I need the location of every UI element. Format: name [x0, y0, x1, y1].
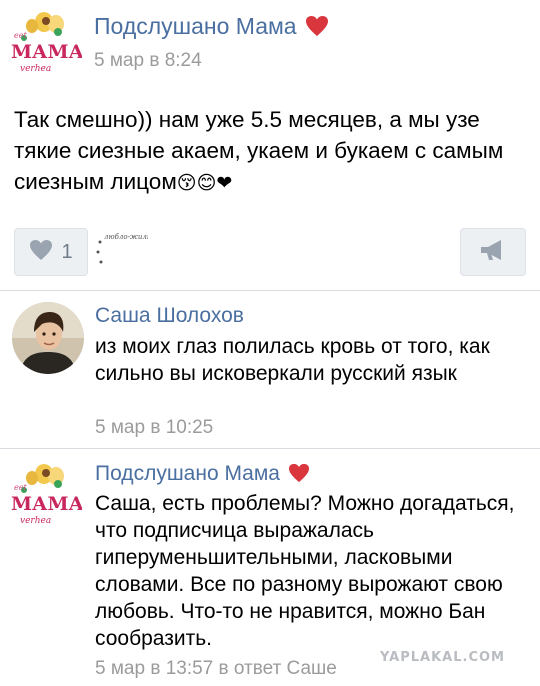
group-avatar[interactable]: eet МАМА verhea: [10, 8, 85, 80]
commenter-avatar[interactable]: [12, 302, 84, 374]
user-photo-icon: [12, 302, 84, 374]
post-time[interactable]: 5 мар в 8:24: [94, 50, 202, 72]
like-count: 1: [61, 240, 73, 263]
heart-icon: [29, 239, 53, 266]
like-button[interactable]: 1: [14, 228, 88, 276]
svg-text:МАМА: МАМА: [11, 493, 82, 515]
group-logo-icon: eet МАМА verhea: [10, 460, 85, 532]
group-logo-icon: eet МАМА verhea: [10, 8, 85, 80]
svg-text:verhea: verhea: [20, 516, 51, 526]
comment-text: из моих глаз полилась кровь от того, как…: [95, 335, 490, 385]
share-button[interactable]: [460, 228, 526, 276]
group-avatar[interactable]: eet МАМА verhea: [10, 460, 85, 532]
comment-author[interactable]: Саша Шолохов: [95, 304, 244, 328]
watermark: YAPLAKAL.COM: [380, 650, 505, 665]
heart-badge-icon: [288, 463, 310, 489]
liker-avatar-icon: любло-жилюбку: [94, 230, 166, 268]
svg-text:любло-жилюбку: любло-жилюбку: [104, 233, 148, 241]
post-author[interactable]: Подслушано Мама: [94, 13, 329, 43]
svg-text:МАМА: МАМА: [11, 41, 82, 63]
reply-to-link[interactable]: в ответ Саше: [219, 658, 337, 679]
svg-text:verhea: verhea: [20, 64, 51, 74]
comment-author-name[interactable]: Подслушано Мама: [95, 462, 280, 485]
heart-badge-icon: [305, 15, 329, 43]
post-text: Так смешно)) нам уже 5.5 месяцев, а мы у…: [14, 107, 504, 194]
megaphone-icon: [479, 238, 507, 267]
svg-text:eet: eet: [14, 483, 27, 492]
comment-meta: 5 мар в 13:57 в ответ Саше: [95, 658, 337, 680]
post-body: Так смешно)) нам уже 5.5 месяцев, а мы у…: [14, 104, 519, 199]
divider: [0, 290, 540, 291]
svg-text:eet: eet: [14, 31, 27, 40]
post-author-name[interactable]: Подслушано Мама: [94, 13, 297, 39]
liker-avatar[interactable]: любло-жилюбку: [94, 230, 166, 268]
comment-time[interactable]: 5 мар в 13:57: [95, 658, 213, 679]
comment-text: Саша, есть проблемы? Можно догадаться, ч…: [95, 492, 515, 650]
comment-author[interactable]: Подслушано Мама: [95, 462, 310, 489]
comment-time[interactable]: 5 мар в 10:25: [95, 417, 213, 439]
post-emoji: 😚😊❤: [176, 173, 233, 194]
divider: [0, 448, 540, 449]
